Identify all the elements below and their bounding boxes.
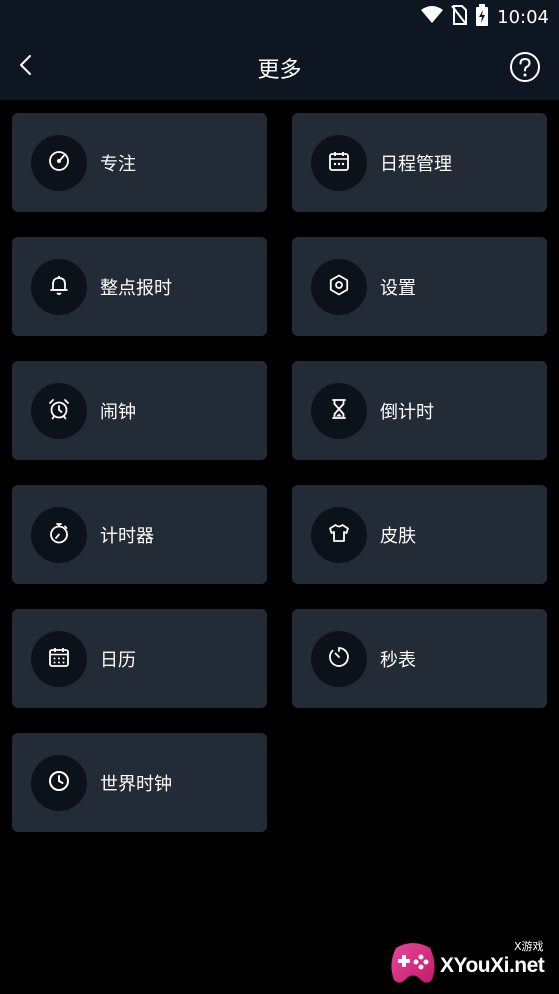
help-circle-icon	[509, 52, 541, 87]
status-icons: 10:04	[421, 4, 549, 30]
menu-item-label: 闹钟	[100, 401, 136, 423]
menu-item-settings[interactable]: 设置	[292, 237, 547, 336]
menu-item-timer[interactable]: 计时器	[12, 485, 267, 584]
focus-icon	[47, 149, 71, 177]
menu-item-world-clock[interactable]: 世界时钟	[12, 733, 267, 832]
menu-item-stopwatch[interactable]: 秒表	[292, 609, 547, 708]
menu-item-skin[interactable]: 皮肤	[292, 485, 547, 584]
hourglass-icon	[327, 397, 351, 425]
top-area: 10:04 更多	[0, 0, 559, 100]
menu-item-label: 日历	[100, 649, 136, 671]
alarm-clock-icon	[47, 397, 71, 425]
gear-icon	[327, 273, 351, 301]
menu-item-label: 日程管理	[380, 153, 452, 175]
menu-item-label: 倒计时	[380, 401, 434, 423]
menu-item-schedule[interactable]: 日程管理	[292, 113, 547, 212]
wifi-icon	[421, 6, 444, 28]
menu-item-label: 整点报时	[100, 277, 172, 299]
calendar-icon	[47, 645, 71, 673]
menu-item-label: 秒表	[380, 649, 416, 671]
watermark-brand: XYouXi.net	[440, 954, 545, 977]
menu-item-hourly-chime[interactable]: 整点报时	[12, 237, 267, 336]
no-sim-icon	[451, 5, 468, 29]
menu-item-label: 计时器	[100, 525, 154, 547]
menu-grid: 专注 日程管理 整点报时 设置 闹钟 倒计时 计时器 皮肤 日历 秒表 世界时钟	[12, 113, 547, 832]
menu-item-countdown[interactable]: 倒计时	[292, 361, 547, 460]
watermark: X游戏 XYouXi.net	[388, 932, 558, 992]
menu-item-focus[interactable]: 专注	[12, 113, 267, 212]
battery-charging-icon	[475, 4, 489, 30]
gamepad-logo-icon	[388, 940, 438, 988]
menu-item-label: 世界时钟	[100, 773, 172, 795]
menu-item-calendar[interactable]: 日历	[12, 609, 267, 708]
status-bar: 10:04	[0, 0, 559, 34]
schedule-icon	[327, 149, 351, 177]
app-bar: 更多	[0, 34, 559, 100]
bell-icon	[47, 273, 71, 301]
timer-icon	[47, 521, 71, 549]
page-title: 更多	[257, 58, 302, 83]
menu-item-label: 皮肤	[380, 525, 416, 547]
menu-item-label: 专注	[100, 153, 136, 175]
help-button[interactable]	[509, 51, 541, 83]
menu-item-alarm[interactable]: 闹钟	[12, 361, 267, 460]
menu-item-label: 设置	[380, 277, 416, 299]
status-time: 10:04	[497, 6, 549, 28]
stopwatch-icon	[327, 645, 351, 673]
watermark-sub: X游戏	[514, 940, 544, 953]
shirt-icon	[327, 521, 351, 549]
clock-icon	[47, 769, 71, 797]
